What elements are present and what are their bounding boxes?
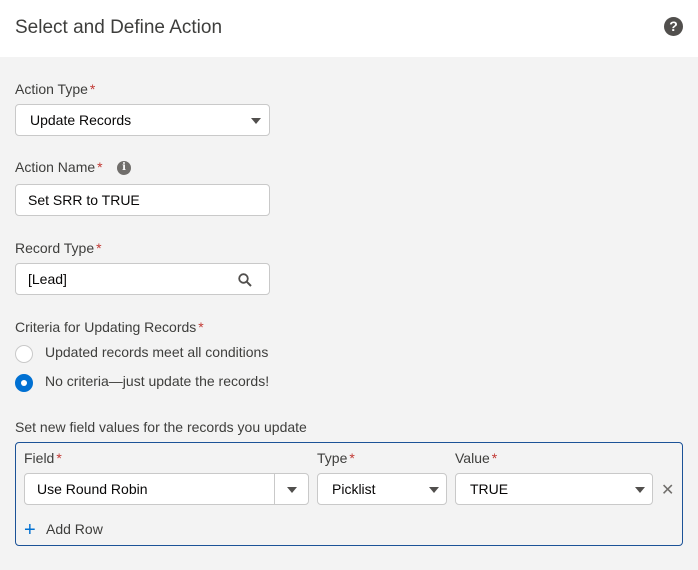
record-type-value: [Lead]	[28, 271, 67, 287]
type-value: Picklist	[332, 481, 376, 497]
action-type-label: Action Type *	[15, 81, 95, 97]
radio-label-no-criteria: No criteria—just update the records!	[45, 373, 270, 389]
required-marker: *	[491, 450, 498, 466]
record-type-label-text: Record Type	[15, 240, 95, 256]
help-icon[interactable]: ?	[664, 17, 683, 36]
chevron-down-icon	[635, 487, 645, 493]
value-select[interactable]: TRUE	[455, 473, 653, 505]
required-marker: *	[97, 159, 103, 175]
field-values-panel: Field * Type * Value * Use Round Robin Pick…	[15, 442, 683, 546]
action-type-label-text: Action Type	[15, 81, 88, 97]
record-type-lookup[interactable]: [Lead]	[15, 263, 270, 295]
type-select[interactable]: Picklist	[317, 473, 447, 505]
chevron-down-icon	[429, 487, 439, 493]
page-title: Select and Define Action	[15, 17, 223, 38]
value-value: TRUE	[470, 481, 509, 497]
search-icon[interactable]	[238, 273, 252, 287]
value-column-label: Value *	[455, 450, 497, 466]
required-marker: *	[349, 450, 355, 466]
required-marker: *	[96, 240, 102, 256]
type-column-label: Type *	[317, 450, 355, 466]
radio-meet-all-conditions[interactable]	[15, 345, 33, 363]
chevron-down-icon	[251, 118, 261, 124]
type-column-label-text: Type	[317, 450, 348, 466]
action-type-select[interactable]: Update Records	[15, 104, 270, 136]
criteria-label-text: Criteria for Updating Records	[15, 319, 197, 335]
radio-label-meet-all-conditions: Updated records meet all conditions	[45, 344, 269, 360]
chevron-down-icon[interactable]	[287, 487, 297, 493]
required-marker: *	[89, 81, 96, 97]
field-column-label-text: Field	[24, 450, 55, 466]
radio-no-criteria[interactable]	[15, 374, 33, 392]
field-column-label: Field *	[24, 450, 62, 466]
field-values-heading: Set new field values for the records you…	[15, 419, 307, 435]
add-row-button[interactable]: + Add Row	[24, 519, 114, 541]
required-marker: *	[56, 450, 62, 466]
action-name-input[interactable]: Set SRR to TRUE	[15, 184, 270, 216]
action-name-label: Action Name *	[15, 159, 103, 175]
required-marker: *	[198, 319, 204, 335]
action-name-value: Set SRR to TRUE	[28, 192, 140, 208]
value-column-label-text: Value	[455, 450, 490, 466]
field-value: Use Round Robin	[37, 481, 148, 497]
action-type-value: Update Records	[30, 112, 132, 128]
info-icon[interactable]: i	[117, 161, 131, 175]
field-select[interactable]: Use Round Robin	[24, 473, 309, 505]
criteria-label: Criteria for Updating Records *	[15, 319, 204, 335]
close-icon[interactable]: ✕	[661, 483, 674, 499]
record-type-label: Record Type *	[15, 240, 102, 256]
action-name-label-text: Action Name	[15, 159, 96, 175]
modal-header: Select and Define Action ?	[0, 0, 698, 57]
plus-icon: +	[24, 519, 36, 541]
field-select-divider	[274, 474, 275, 504]
add-row-label: Add Row	[46, 521, 103, 537]
